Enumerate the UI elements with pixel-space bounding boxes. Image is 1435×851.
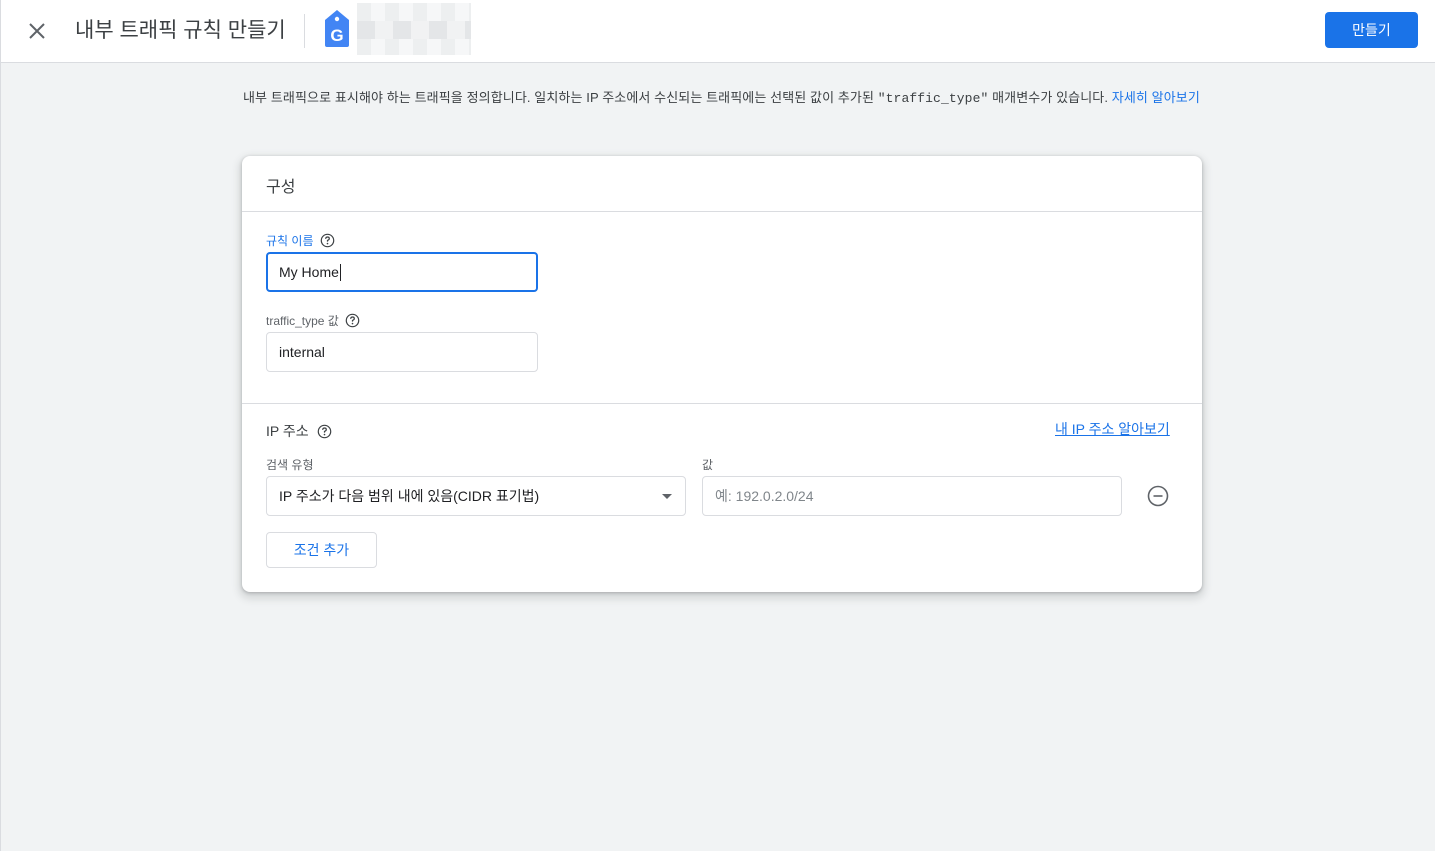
- intro-param: "traffic_type": [877, 91, 989, 106]
- ip-section-title-text: IP 주소: [266, 423, 309, 439]
- rule-name-value: My Home: [279, 264, 339, 280]
- create-button[interactable]: 만들기: [1325, 12, 1418, 48]
- ip-value-field[interactable]: [702, 476, 1122, 516]
- close-button[interactable]: [23, 17, 51, 45]
- top-app-bar: 내부 트래픽 규칙 만들기 G 만들기: [1, 0, 1435, 63]
- account-name-redacted: [357, 3, 471, 55]
- card-title: 구성: [266, 179, 296, 196]
- analytics-tag-logo: G: [323, 9, 351, 54]
- text-caret: [339, 263, 341, 281]
- remove-circle-icon: [1147, 485, 1169, 507]
- remove-condition-button[interactable]: [1145, 483, 1171, 509]
- traffic-type-input[interactable]: internal: [266, 332, 538, 372]
- learn-more-link[interactable]: 자세히 알아보기: [1112, 90, 1200, 105]
- find-my-ip-link[interactable]: 내 IP 주소 알아보기: [1055, 419, 1170, 439]
- intro-text-after: 매개변수가 있습니다.: [988, 90, 1112, 105]
- traffic-type-value: internal: [279, 344, 325, 360]
- title-divider: [304, 14, 305, 48]
- close-icon: [29, 23, 45, 39]
- help-icon[interactable]: [345, 313, 360, 328]
- help-icon[interactable]: [320, 233, 335, 248]
- section-divider: [242, 403, 1202, 404]
- match-type-select[interactable]: IP 주소가 다음 범위 내에 있음(CIDR 표기법): [266, 476, 686, 516]
- traffic-type-label-text: traffic_type 값: [266, 314, 339, 328]
- page-title: 내부 트래픽 규칙 만들기: [75, 19, 286, 42]
- value-label: 값: [702, 458, 714, 472]
- rule-name-label: 규칙 이름: [266, 232, 335, 249]
- traffic-type-label: traffic_type 값: [266, 312, 360, 329]
- dropdown-arrow-icon: [662, 494, 672, 499]
- ip-value-input[interactable]: [715, 488, 1109, 504]
- card-header: 구성: [242, 156, 1202, 212]
- intro-description: 내부 트래픽으로 표시해야 하는 트래픽을 정의합니다. 일치하는 IP 주소에…: [243, 88, 1203, 109]
- configuration-card: 구성 규칙 이름 My Home traffic_type 값 internal…: [242, 156, 1202, 592]
- match-type-label: 검색 유형: [266, 458, 314, 472]
- ip-section-title: IP 주소: [266, 421, 332, 441]
- rule-name-input[interactable]: My Home: [266, 252, 538, 292]
- add-condition-button[interactable]: 조건 추가: [266, 532, 377, 568]
- match-type-value: IP 주소가 다음 범위 내에 있음(CIDR 표기법): [279, 488, 540, 504]
- help-icon[interactable]: [317, 424, 332, 439]
- logo-letter: G: [330, 26, 343, 45]
- rule-name-label-text: 규칙 이름: [266, 234, 314, 248]
- intro-text-before: 내부 트래픽으로 표시해야 하는 트래픽을 정의합니다. 일치하는 IP 주소에…: [243, 90, 878, 105]
